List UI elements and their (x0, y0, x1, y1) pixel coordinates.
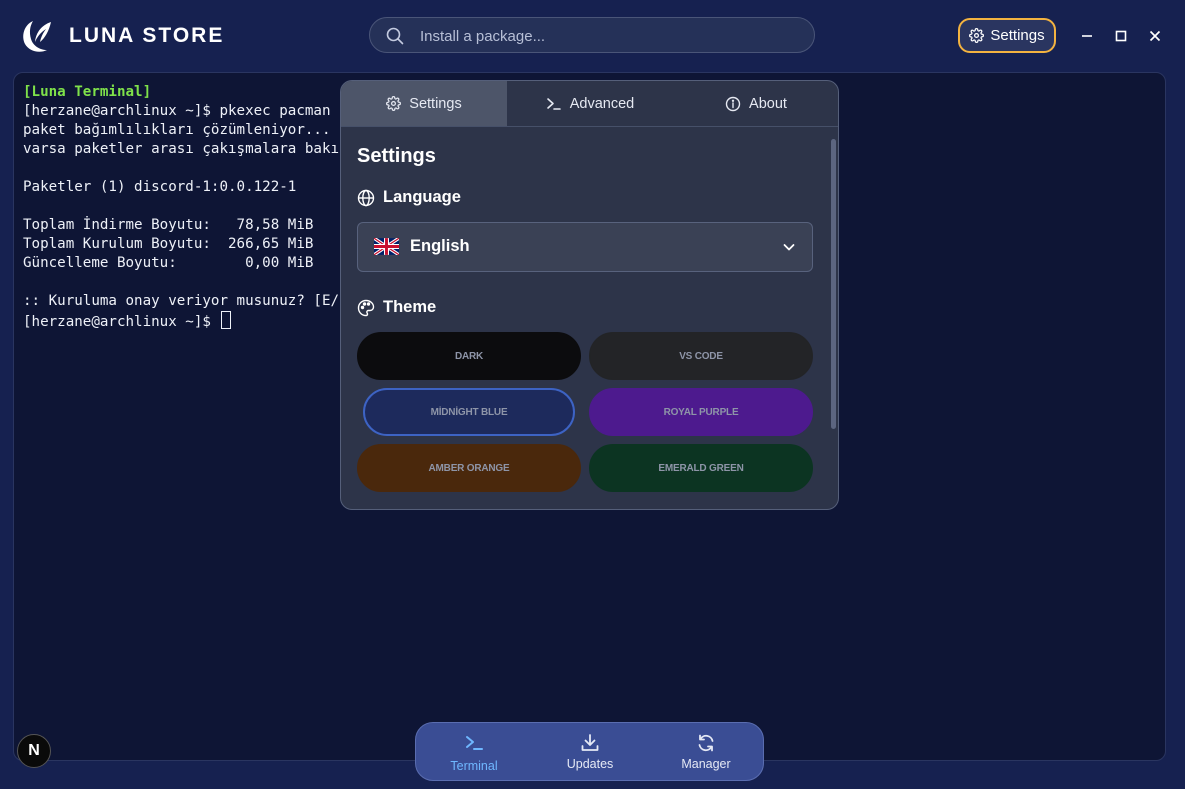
nav-manager-label: Manager (681, 757, 731, 771)
terminal-cursor (221, 311, 232, 329)
nav-updates-label: Updates (566, 757, 614, 771)
settings-tabs: Settings Advanced About (341, 81, 838, 127)
terminal-prompt-icon (546, 97, 561, 110)
minimize-icon (1082, 35, 1092, 37)
nav-terminal[interactable]: Terminal (416, 723, 532, 780)
language-select[interactable]: English (357, 222, 813, 272)
terminal-line: paket bağımlılıkları çözümleniyor... (23, 122, 331, 138)
tab-settings[interactable]: Settings (341, 81, 507, 126)
settings-button[interactable]: Settings (958, 18, 1056, 53)
language-section-label: Language (357, 188, 461, 207)
close-button[interactable] (1145, 26, 1165, 46)
theme-royal-purple-button[interactable]: ROYAL PURPLE (589, 388, 813, 436)
search-input[interactable] (418, 18, 802, 54)
terminal-line: [herzane@archlinux ~]$ (23, 314, 220, 330)
chevron-down-icon (783, 244, 795, 251)
tab-about[interactable]: About (673, 81, 838, 126)
theme-dark-button[interactable]: DARK (357, 332, 581, 380)
tab-advanced[interactable]: Advanced (507, 81, 673, 126)
globe-icon (357, 189, 375, 206)
maximize-button[interactable] (1111, 26, 1131, 46)
tab-settings-label: Settings (409, 95, 462, 112)
app-title: LUNA STORE (69, 24, 225, 47)
tab-about-label: About (749, 95, 787, 112)
language-label: Language (383, 188, 461, 206)
nav-manager[interactable]: Manager (648, 723, 764, 780)
settings-panel: Settings Advanced About Settings Languag… (340, 80, 839, 510)
terminal-line: Toplam Kurulum Boyutu: 266,65 MiB (23, 236, 314, 252)
terminal-line: [herzane@archlinux ~]$ pkexec pacman - (23, 103, 348, 119)
gear-icon (969, 28, 985, 43)
terminal-icon (466, 736, 483, 750)
uk-flag-icon (374, 238, 399, 255)
search-icon (386, 27, 404, 45)
maximize-icon (1115, 30, 1127, 42)
panel-scrollbar[interactable] (831, 139, 836, 429)
theme-amber-orange-button[interactable]: AMBER ORANGE (357, 444, 581, 492)
title-bar: LUNA STORE Settings (0, 0, 1185, 72)
theme-vscode-button[interactable]: VS CODE (589, 332, 813, 380)
floating-n-button[interactable]: N (17, 734, 51, 768)
tab-advanced-label: Advanced (569, 95, 635, 112)
terminal-line: Paketler (1) discord-1:0.0.122-1 (23, 179, 297, 195)
minimize-button[interactable] (1077, 26, 1097, 46)
nav-terminal-label: Terminal (450, 759, 498, 773)
settings-button-label: Settings (990, 27, 1045, 44)
close-icon (1149, 30, 1161, 42)
terminal-line: Güncelleme Boyutu: 0,00 MiB (23, 255, 314, 271)
theme-midnight-blue-button[interactable]: MİDNİGHT BLUE (363, 388, 575, 436)
nav-updates[interactable]: Updates (532, 723, 648, 780)
info-icon (725, 96, 741, 111)
palette-icon (357, 299, 375, 316)
search-bar[interactable] (369, 17, 815, 54)
terminal-line: :: Kuruluma onay veriyor musunuz? [E/h (23, 293, 348, 309)
terminal-line: [Luna Terminal] (23, 84, 152, 100)
gear-icon (386, 96, 402, 111)
download-icon (581, 734, 599, 751)
terminal-output: [Luna Terminal] [herzane@archlinux ~]$ p… (23, 83, 353, 332)
theme-label: Theme (383, 298, 437, 316)
theme-emerald-green-button[interactable]: EMERALD GREEN (589, 444, 813, 492)
settings-heading: Settings (357, 145, 436, 167)
bottom-nav: Terminal Updates Manager (415, 722, 764, 781)
language-value: English (410, 237, 470, 255)
theme-section-label: Theme (357, 298, 436, 317)
terminal-line: varsa paketler arası çakışmalara bakıl (23, 141, 348, 157)
refresh-icon (698, 734, 714, 752)
moon-feather-logo-icon (23, 21, 51, 52)
terminal-line: Toplam İndirme Boyutu: 78,58 MiB (23, 217, 314, 233)
